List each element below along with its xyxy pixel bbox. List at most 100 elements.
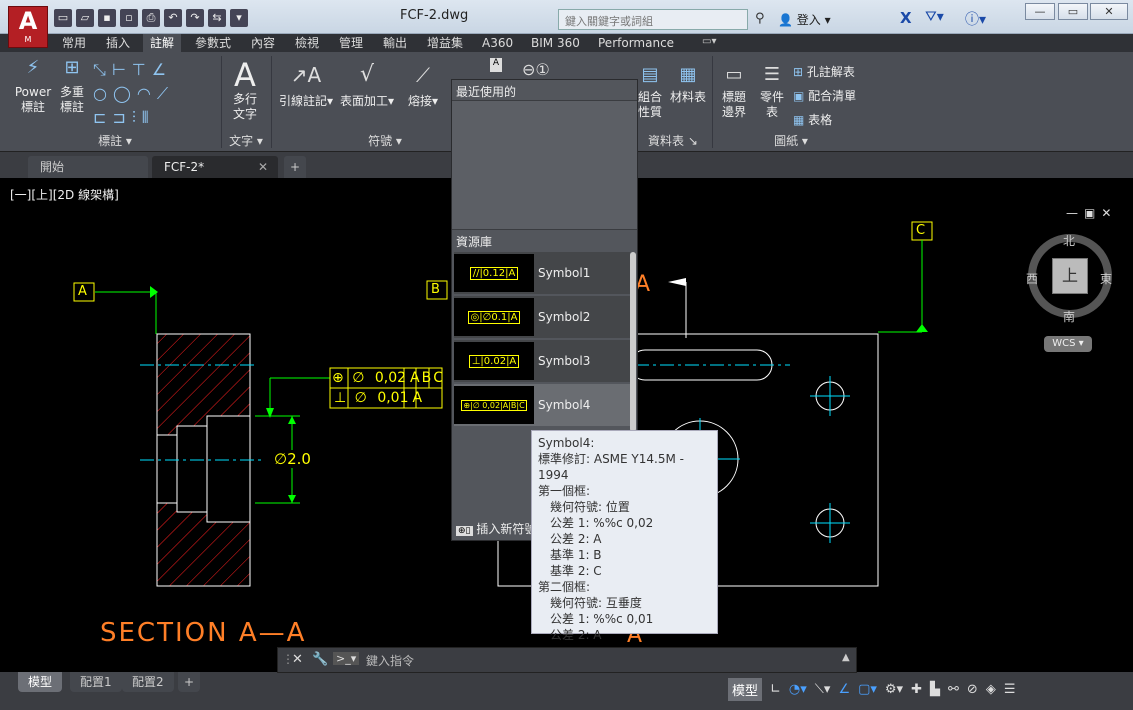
workspace-icon[interactable]: ⚙▾ <box>885 682 903 697</box>
viewcube-east[interactable]: 東 <box>1100 270 1112 287</box>
viewcube-west[interactable]: 西 <box>1026 270 1038 287</box>
sheet-group-title[interactable]: 圖紙 ▾ <box>716 132 866 150</box>
aligned-dim-icon[interactable]: ⤡ <box>93 60 112 79</box>
tab-output[interactable]: 輸出 <box>376 34 414 52</box>
library-item-symbol2[interactable]: ◎|∅0.1|A Symbol2 <box>454 296 630 338</box>
object-snap-icon[interactable]: ▢▾ <box>858 682 877 697</box>
insert-new-symbol-button[interactable]: ⊕▯ 插入新符號 <box>456 520 536 537</box>
cmdline-history-icon[interactable]: ▲ <box>842 652 850 663</box>
model-space-button[interactable]: 模型 <box>728 677 763 701</box>
help-icon[interactable]: ⓘ▾ <box>965 9 986 29</box>
layout-tab-2[interactable]: 配置2 <box>122 672 174 692</box>
new-tab-button[interactable]: + <box>284 156 306 178</box>
chain-icon[interactable]: ⫴ <box>142 108 155 127</box>
tab-content[interactable]: 內容 <box>244 34 282 52</box>
maximize-button[interactable]: ▭ <box>1058 3 1088 20</box>
file-tab-start[interactable]: 開始 <box>28 156 148 178</box>
library-item-symbol4[interactable]: ⊕|∅ 0,02|A|B|C Symbol4 <box>454 384 630 426</box>
dimension-tools-grid[interactable]: ⤡⊢⊤∠ ○◯◠⟋ ⊏⊐⫶⫴ <box>93 58 215 130</box>
angular-dim-icon[interactable]: ∠ <box>152 60 172 79</box>
baseline-icon[interactable]: ⊏ <box>93 108 112 127</box>
login-button[interactable]: 👤 登入 ▾ <box>778 11 831 28</box>
mate-list-button[interactable]: ▣ 配合清單 <box>793 84 856 108</box>
customize-cmdline-icon[interactable]: 🔧 <box>312 652 328 667</box>
save-icon[interactable]: ▪ <box>98 9 116 27</box>
arc-dim-icon[interactable]: ◠ <box>137 84 157 103</box>
tab-view[interactable]: 檢視 <box>288 34 326 52</box>
close-button[interactable]: ✕ <box>1090 3 1128 20</box>
new-layout-button[interactable]: + <box>178 672 201 692</box>
undo-icon[interactable]: ↶ <box>164 9 182 27</box>
wcs-menu[interactable]: WCS ▾ <box>1044 336 1092 352</box>
table-group-title[interactable]: 資料表 ↘ <box>636 132 710 150</box>
close-cmdline-icon[interactable]: ✕ <box>292 652 303 667</box>
minimize-button[interactable]: — <box>1025 3 1055 20</box>
restore-viewport-icon[interactable]: ▣ <box>1084 206 1101 220</box>
saveas-icon[interactable]: ▫ <box>120 9 138 27</box>
a360-icon[interactable]: ⛛▾ <box>925 9 944 25</box>
viewcube-face[interactable]: 上 <box>1052 258 1088 294</box>
viewcube-north[interactable]: 北 <box>1063 232 1075 249</box>
ortho-icon[interactable]: ⟍▾ <box>815 682 831 697</box>
minimize-viewport-icon[interactable]: — <box>1066 206 1084 220</box>
app-menu-button[interactable]: A M <box>8 6 48 48</box>
library-item-symbol3[interactable]: ⊥|0.02|A Symbol3 <box>454 340 630 382</box>
properties-icon[interactable]: ▙ <box>930 682 940 697</box>
crosshair-icon[interactable]: ✚ <box>911 682 922 697</box>
leader-note-button[interactable]: ↗A 引線註記▾ <box>275 60 337 109</box>
open-icon[interactable]: ▱ <box>76 9 94 27</box>
power-dimension-button[interactable]: ⚡ Power 標註 <box>12 59 54 115</box>
bom-button[interactable]: ▦ 材料表 <box>668 60 708 105</box>
tab-performance[interactable]: Performance <box>591 34 681 52</box>
mtext-button[interactable]: A 多行 文字 <box>226 58 264 122</box>
tab-addins[interactable]: 增益集 <box>420 34 470 52</box>
annotation-monitor-icon[interactable]: ⚯ <box>948 682 959 697</box>
snap-icon[interactable]: ◔▾ <box>789 682 807 697</box>
datum-icon[interactable]: A <box>490 58 502 72</box>
layout-tab-1[interactable]: 配置1 <box>70 672 122 692</box>
tab-a360[interactable]: A360 <box>475 34 520 52</box>
jog-icon[interactable]: ⟋ <box>157 84 174 103</box>
close-tab-icon[interactable]: ✕ <box>258 156 268 178</box>
text-group-title[interactable]: 文字 ▾ <box>222 132 270 150</box>
isolate-icon[interactable]: ⊘ <box>967 682 978 697</box>
balloon-icon[interactable]: ⊖① <box>522 60 550 79</box>
polar-icon[interactable]: ∠ <box>838 682 850 697</box>
annotate-group-title[interactable]: 標註 ▾ <box>10 132 220 150</box>
tab-manage[interactable]: 管理 <box>332 34 370 52</box>
binoculars-icon[interactable]: ⚲ <box>755 11 765 26</box>
redo-icon[interactable]: ↷ <box>186 9 204 27</box>
title-border-button[interactable]: ▭ 標題 邊界 <box>716 60 752 120</box>
table-button[interactable]: ▦ 表格 <box>793 108 856 132</box>
close-viewport-icon[interactable]: ✕ <box>1101 206 1117 220</box>
tab-annotate[interactable]: 註解 <box>143 34 182 52</box>
continue-icon[interactable]: ⊐ <box>112 108 131 127</box>
command-prompt-icon[interactable]: >_▾ <box>333 652 360 665</box>
hardware-accel-icon[interactable]: ◈ <box>986 682 996 697</box>
surface-texture-button[interactable]: √ 表面加工▾ <box>336 60 398 109</box>
diameter-icon[interactable]: ◯ <box>113 84 137 103</box>
menu-icon[interactable]: ☰ <box>1004 682 1016 697</box>
hole-note-button[interactable]: ⊞ 孔註解表 <box>793 60 856 84</box>
vertical-dim-icon[interactable]: ⊤ <box>132 60 152 79</box>
layout-tab-model[interactable]: 模型 <box>18 672 63 692</box>
combo-property-button[interactable]: ▤ 組合 性質 <box>636 60 664 120</box>
weld-button[interactable]: ⟋ 熔接▾ <box>400 60 446 109</box>
grid-icon[interactable]: ∟ <box>770 682 781 697</box>
radius-icon[interactable]: ○ <box>93 84 113 103</box>
library-item-symbol1[interactable]: //|0.12|A Symbol1 <box>454 252 630 294</box>
linear-dim-icon[interactable]: ⊢ <box>112 60 132 79</box>
plot-icon[interactable]: ⎙ <box>142 9 160 27</box>
search-input[interactable]: 鍵入關鍵字或詞組 <box>558 9 748 30</box>
multi-dimension-button[interactable]: ⊞ 多重 標註 <box>54 59 90 115</box>
parts-list-button[interactable]: ☰ 零件 表 <box>754 60 790 120</box>
tab-home[interactable]: 常用 <box>55 34 93 52</box>
customize-icon[interactable]: ▾ <box>230 9 248 27</box>
viewcube-south[interactable]: 南 <box>1063 308 1075 325</box>
new-icon[interactable]: ▭ <box>54 9 72 27</box>
exchange-icon[interactable]: X <box>900 9 912 27</box>
file-tab-fcf2[interactable]: FCF-2* ✕ <box>152 156 278 178</box>
command-input[interactable]: 鍵入指令 <box>366 652 414 669</box>
share-icon[interactable]: ⇆ <box>208 9 226 27</box>
ribbon-toggle-icon[interactable]: ▭▾ <box>702 36 726 50</box>
